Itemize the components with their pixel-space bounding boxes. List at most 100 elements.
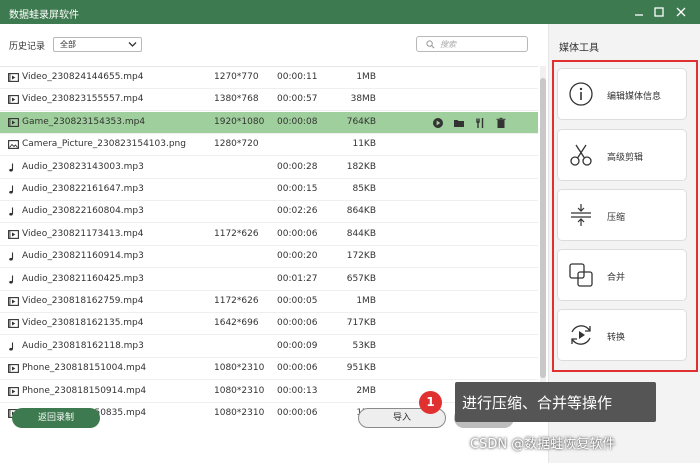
folder-icon[interactable] (453, 117, 465, 129)
watermark: CSDN @数据蛙恢复软件 (470, 437, 616, 452)
video-file-icon (8, 319, 19, 329)
file-duration: 00:00:13 (277, 385, 318, 396)
file-row[interactable]: Audio_230821160914.mp3 00:00:20 172KB (0, 246, 538, 269)
file-resolution: 1920*1080 (214, 116, 265, 127)
play-icon[interactable] (432, 117, 444, 129)
file-name: Audio_230818162118.mp3 (22, 340, 144, 351)
file-size: 657KB (346, 273, 376, 284)
video-file-icon (8, 386, 19, 396)
tool-card-convert[interactable]: 转换 (557, 309, 687, 361)
file-row[interactable]: Video_230823155557.mp4 1380*768 00:00:57 38… (0, 89, 538, 112)
file-name: Phone_230818150914.mp4 (22, 385, 147, 396)
audio-file-icon (8, 185, 19, 194)
file-resolution: 1280*720 (214, 139, 259, 150)
step-badge: 1 (419, 391, 442, 414)
file-resolution: 1172*626 (214, 296, 259, 306)
file-size: 2MB (356, 385, 376, 396)
file-size: 182KB (346, 161, 376, 172)
file-duration: 00:00:15 (277, 184, 318, 194)
file-name: Video_230818162759.mp4 (22, 296, 144, 306)
tool-card-advanced-edit[interactable]: 高级剪辑 (557, 129, 687, 181)
file-size: 53KB (352, 340, 376, 351)
file-name: Video_230823155557.mp4 (22, 94, 144, 105)
tool-label: 编辑媒体信息 (607, 92, 662, 102)
file-name: Video_230824144655.mp4 (22, 72, 144, 82)
file-name: Audio_230823143003.mp3 (22, 161, 144, 172)
file-row[interactable]: Audio_230823143003.mp3 00:00:28 182KB (0, 157, 538, 179)
video-file-icon (8, 229, 19, 239)
back-to-record-button[interactable]: 返回录制 (12, 408, 100, 428)
file-size: 764KB (346, 116, 376, 127)
file-duration: 00:00:20 (277, 251, 318, 262)
trash-icon[interactable] (495, 117, 507, 129)
scrollbar-thumb[interactable] (540, 78, 546, 378)
maximize-icon[interactable] (652, 5, 666, 19)
tool-label: 高级剪辑 (607, 153, 644, 163)
compress-icon (568, 202, 594, 228)
audio-file-icon (8, 342, 19, 351)
file-resolution: 1080*2310 (214, 385, 265, 396)
scrollbar[interactable] (540, 66, 546, 419)
tool-card-edit-info[interactable]: 编辑媒体信息 (557, 68, 687, 120)
file-row[interactable]: Audio_230822161647.mp3 00:00:15 85KB (0, 179, 538, 201)
file-duration: 00:00:06 (277, 318, 318, 329)
file-duration: 00:00:57 (277, 94, 318, 105)
search-placeholder: 搜索 (440, 40, 456, 49)
file-row[interactable]: Camera_Picture_230823154103.png 1280*720 1… (0, 134, 538, 157)
file-name: Camera_Picture_230823154103.png (22, 139, 186, 150)
merge-icon (568, 262, 594, 288)
audio-file-icon (8, 207, 19, 216)
file-size: 11KB (352, 139, 376, 150)
file-size: 38MB (350, 94, 376, 105)
file-size: 85KB (352, 184, 376, 194)
tool-label: 转换 (607, 333, 626, 343)
file-row[interactable]: Audio_230818162118.mp3 00:00:09 53KB (0, 336, 538, 358)
file-duration: 00:00:06 (277, 408, 318, 418)
search-icon (426, 40, 435, 49)
video-file-icon (8, 297, 19, 306)
search-input[interactable]: 搜索 (416, 36, 528, 52)
file-duration: 00:00:05 (277, 296, 318, 306)
window-title: 数据蛙录屏软件 (9, 10, 79, 21)
file-duration: 00:00:09 (277, 340, 318, 351)
sidebar-title: 媒体工具 (559, 43, 599, 54)
image-file-icon (8, 140, 19, 150)
file-duration: 00:00:11 (277, 72, 318, 82)
filter-select[interactable]: 全部 (53, 37, 142, 52)
file-duration: 00:01:27 (277, 273, 318, 284)
title-bar: 数据蛙录屏软件 (0, 0, 700, 24)
file-size: 844KB (346, 228, 376, 239)
file-row[interactable]: Video_230818162759.mp4 1172*626 00:00:05 1M… (0, 291, 538, 313)
close-icon[interactable] (674, 5, 688, 19)
file-row[interactable]: Game_230823154353.mp4 1920*1080 00:00:08 76… (0, 111, 538, 134)
file-name: Audio_230822160804.mp3 (22, 206, 144, 217)
file-resolution: 1380*768 (214, 94, 259, 105)
video-file-icon (8, 364, 19, 374)
tool-card-merge[interactable]: 合并 (557, 249, 687, 301)
file-list: Video_230824144655.mp4 1270*770 00:00:11 1M… (0, 66, 538, 419)
history-label: 历史记录 (9, 42, 46, 52)
file-resolution: 1172*626 (214, 228, 259, 239)
file-row[interactable]: Video_230818162135.mp4 1642*696 00:00:06 71… (0, 313, 538, 336)
file-row[interactable]: Audio_230821160425.mp3 00:01:27 657KB (0, 269, 538, 291)
file-row[interactable]: Video_230824144655.mp4 1270*770 00:00:11 1M… (0, 67, 538, 89)
edit-tools-icon[interactable] (474, 117, 486, 129)
file-duration: 00:00:08 (277, 116, 318, 127)
file-name: Audio_230821160914.mp3 (22, 251, 144, 262)
file-duration: 00:00:06 (277, 228, 318, 239)
file-size: 951KB (346, 363, 376, 374)
audio-file-icon (8, 275, 19, 284)
file-row[interactable]: Video_230821173413.mp4 1172*626 00:00:06 84… (0, 224, 538, 246)
minimize-icon[interactable] (632, 5, 646, 19)
file-row[interactable]: Phone_230818151004.mp4 1080*2310 00:00:06 9… (0, 358, 538, 381)
file-row[interactable]: Audio_230822160804.mp3 00:02:26 864KB (0, 201, 538, 224)
filter-value: 全部 (60, 40, 76, 49)
info-icon (568, 81, 594, 107)
scissors-icon (568, 142, 594, 168)
file-name: Phone_230818151004.mp4 (22, 363, 147, 374)
file-name: Audio_230821160425.mp3 (22, 273, 144, 284)
tool-label: 合并 (607, 273, 626, 283)
tool-card-compress[interactable]: 压缩 (557, 189, 687, 241)
tool-label: 压缩 (607, 213, 626, 223)
file-duration: 00:02:26 (277, 206, 318, 217)
